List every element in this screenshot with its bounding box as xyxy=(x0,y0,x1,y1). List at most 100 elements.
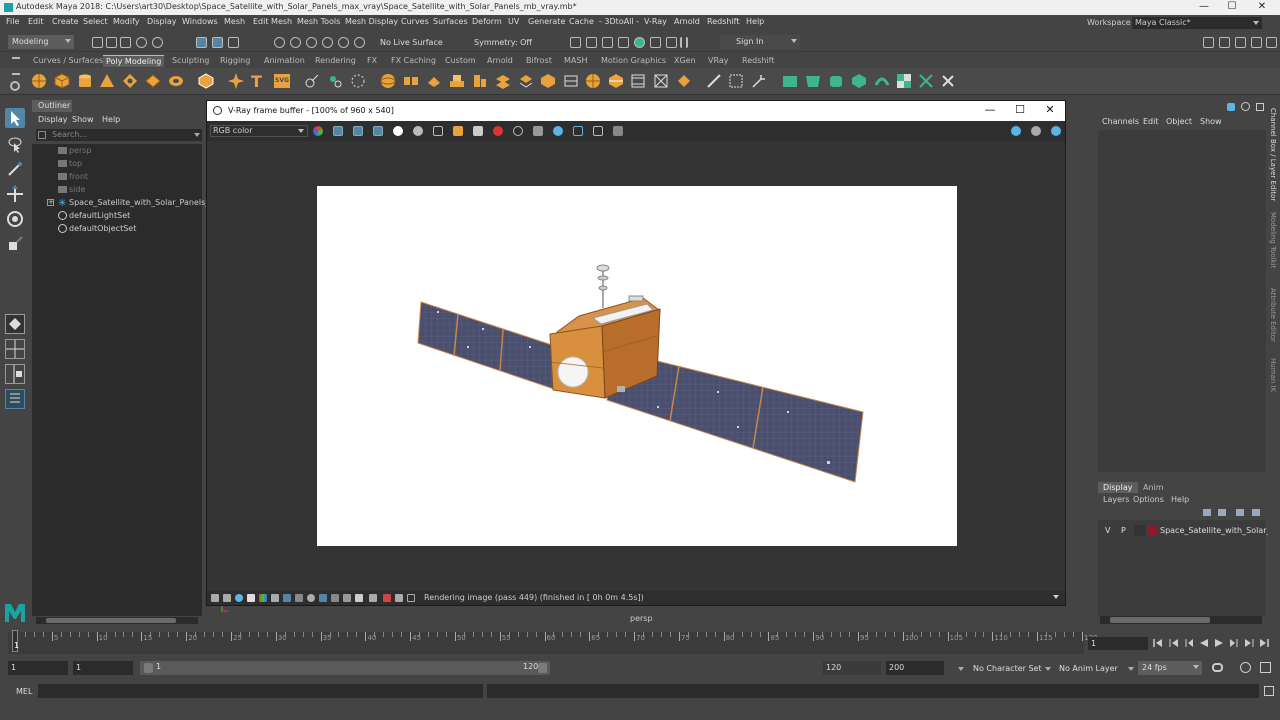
smear-tool-icon[interactable] xyxy=(751,73,767,89)
mirror-icon[interactable] xyxy=(403,73,419,89)
outliner-item-default-light-set[interactable]: defaultLightSet xyxy=(32,209,202,222)
shelf-tab-curves-surfaces[interactable]: Curves / Surfaces xyxy=(30,55,106,66)
vfb-minimize-button[interactable]: — xyxy=(980,103,1000,116)
side-tab-modeling-toolkit[interactable]: Modeling Toolkit xyxy=(1269,212,1277,268)
scrollbar-thumb[interactable] xyxy=(46,618,176,623)
fill-hole-icon[interactable] xyxy=(495,73,511,89)
smooth-icon[interactable] xyxy=(350,73,366,89)
channel-menu-edit[interactable]: Edit xyxy=(1143,117,1159,126)
ipr-render-icon[interactable] xyxy=(586,37,597,48)
rotate-tool-icon[interactable] xyxy=(5,209,25,229)
offset-edge-loop-icon[interactable] xyxy=(630,73,646,89)
move-layer-up-icon[interactable] xyxy=(1203,509,1211,516)
outliner-item-front[interactable]: front xyxy=(32,170,202,183)
range-start-handle[interactable] xyxy=(144,663,153,673)
menu-set-dropdown[interactable]: Modeling xyxy=(8,35,74,49)
outliner-item-default-object-set[interactable]: defaultObjectSet xyxy=(32,222,202,235)
shelf-tab-rigging[interactable]: Rigging xyxy=(217,55,253,66)
chevron-down-icon[interactable] xyxy=(958,667,964,671)
chevron-down-icon[interactable] xyxy=(1053,595,1059,599)
link-to-viewport-icon[interactable] xyxy=(593,126,603,136)
expand-icon[interactable]: + xyxy=(47,199,54,206)
symmetry-dropdown[interactable]: Symmetry: Off xyxy=(474,38,532,47)
layer-row[interactable]: V P Space_Satellite_with_Solar_Par xyxy=(1098,524,1280,537)
log-icon[interactable] xyxy=(395,594,403,602)
layer-tab-anim[interactable]: Anim xyxy=(1138,482,1169,493)
play-forwards-icon[interactable] xyxy=(1214,638,1224,648)
character-set-dropdown[interactable]: No Character Set xyxy=(973,664,1042,673)
select-tool-icon[interactable] xyxy=(5,108,25,128)
attribute-editor-icon[interactable] xyxy=(1235,37,1246,48)
platonic-solid-icon[interactable] xyxy=(198,73,214,89)
render-elements-icon[interactable] xyxy=(383,594,391,602)
layer-playback-toggle[interactable]: P xyxy=(1121,524,1126,537)
append-icon[interactable] xyxy=(518,73,534,89)
side-tab-human-ik[interactable]: Human IK xyxy=(1269,358,1277,392)
levels-icon[interactable] xyxy=(271,594,279,602)
channel-menu-channels[interactable]: Channels xyxy=(1102,117,1139,126)
outliner-menu-display[interactable]: Display xyxy=(38,115,68,124)
merge-icon[interactable] xyxy=(676,73,692,89)
render-settings-icon[interactable] xyxy=(602,37,613,48)
shelf-tab-sculpting[interactable]: Sculpting xyxy=(169,55,212,66)
single-perspective-layout-icon[interactable] xyxy=(5,314,25,334)
scrollbar-thumb[interactable] xyxy=(1110,617,1210,623)
menu-file[interactable]: File xyxy=(6,17,19,26)
scale-tool-icon[interactable] xyxy=(5,234,25,254)
close-button[interactable]: ✕ xyxy=(1248,0,1276,15)
bevel-icon[interactable] xyxy=(472,73,488,89)
vfb-canvas[interactable] xyxy=(207,141,1065,591)
planar-map-icon[interactable] xyxy=(805,73,821,89)
type-tool-icon[interactable]: T xyxy=(251,72,262,91)
outliner-layout-icon[interactable] xyxy=(5,389,25,409)
range-end-handle[interactable] xyxy=(538,663,547,673)
shelf-tab-fx[interactable]: FX xyxy=(364,55,380,66)
shelf-tab-animation[interactable]: Animation xyxy=(261,55,308,66)
anim-layer-dropdown[interactable]: No Anim Layer xyxy=(1059,664,1118,673)
shelf-tab-rendering[interactable]: Rendering xyxy=(312,55,359,66)
region-render-icon[interactable] xyxy=(513,126,523,136)
clear-image-icon[interactable] xyxy=(473,126,483,136)
sculpt-tool-icon[interactable] xyxy=(706,73,722,89)
menu-edit[interactable]: Edit xyxy=(28,17,44,26)
sign-in-button[interactable]: Sign In xyxy=(720,35,800,49)
outliner-menu-help[interactable]: Help xyxy=(102,115,120,124)
outliner-item-side[interactable]: side xyxy=(32,183,202,196)
go-to-start-icon[interactable] xyxy=(1153,638,1163,648)
triangulate-icon[interactable] xyxy=(540,73,556,89)
stop-render-icon[interactable] xyxy=(493,126,503,136)
channel-box-float-icon[interactable] xyxy=(1227,103,1235,111)
paint-select-tool-icon[interactable] xyxy=(5,159,25,179)
channel-box-icon[interactable] xyxy=(1266,37,1277,48)
play-backwards-icon[interactable] xyxy=(1199,638,1209,648)
snap-live-icon[interactable] xyxy=(338,37,349,48)
select-by-hierarchy-icon[interactable] xyxy=(196,37,207,48)
combine-icon[interactable] xyxy=(304,73,320,89)
animation-end-field[interactable]: 200 xyxy=(886,661,944,675)
command-language-label[interactable]: MEL xyxy=(16,687,32,696)
shelf-tab-xgen[interactable]: XGen xyxy=(671,55,699,66)
move-layer-down-icon[interactable] xyxy=(1218,509,1226,516)
menu-display[interactable]: Display xyxy=(147,17,177,26)
layer-menu-layers[interactable]: Layers xyxy=(1103,495,1129,504)
go-to-end-icon[interactable] xyxy=(1259,638,1269,648)
poly-cylinder-icon[interactable] xyxy=(77,73,93,89)
shelf-settings-icon[interactable] xyxy=(10,81,20,91)
stamp-icon[interactable] xyxy=(343,594,351,602)
extrude-icon[interactable] xyxy=(426,73,442,89)
workspace-dropdown[interactable]: Maya Classic* xyxy=(1132,17,1262,29)
layer-type-toggle[interactable] xyxy=(1134,525,1146,536)
svg-tool-icon[interactable]: SVG xyxy=(274,74,290,88)
save-image-icon[interactable] xyxy=(433,126,443,136)
relax-tool-icon[interactable] xyxy=(728,73,744,89)
outliner-item-top[interactable]: top xyxy=(32,157,202,170)
display-srgb-icon[interactable] xyxy=(259,594,267,602)
open-scene-icon[interactable] xyxy=(106,37,117,48)
display-lens-icon[interactable] xyxy=(223,594,231,602)
modeling-toolkit-icon[interactable] xyxy=(1219,37,1230,48)
layer-visibility-toggle[interactable]: V xyxy=(1105,524,1110,537)
layer-tab-display[interactable]: Display xyxy=(1098,482,1138,493)
side-tab-attribute-editor[interactable]: Attribute Editor xyxy=(1269,288,1277,342)
shelf-tab-poly-modeling[interactable]: Poly Modeling xyxy=(103,55,165,67)
cylindrical-map-icon[interactable] xyxy=(828,73,844,89)
